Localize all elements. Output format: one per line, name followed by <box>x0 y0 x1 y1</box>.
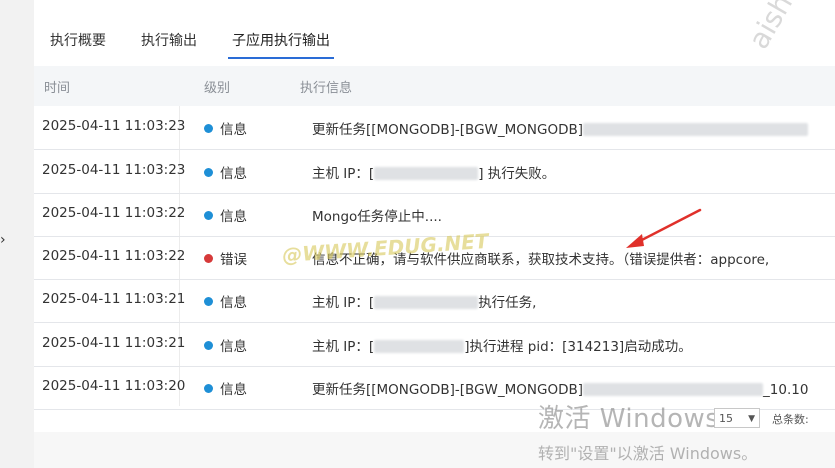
redacted-block <box>374 167 479 180</box>
windows-activation-subtext: 转到"设置"以激活 Windows。 <box>538 444 758 463</box>
table-row[interactable]: 2025-04-11 11:03:22 错误 信息不正确，请与软件供应商联系，获… <box>34 236 835 280</box>
column-header-message: 执行信息 <box>300 81 353 96</box>
row-time: 2025-04-11 11:03:21 <box>42 291 186 307</box>
red-arrow-annotation <box>626 208 702 248</box>
pagination: 15 ▼ 总条数: <box>714 408 834 432</box>
row-level: 信息 <box>204 378 247 398</box>
row-time: 2025-04-11 11:03:22 <box>42 248 186 264</box>
message-text-tail: ] 执行失败。 <box>478 166 556 182</box>
redacted-block <box>374 340 465 353</box>
row-message: Mongo任务停止中.... <box>312 205 442 225</box>
page-size-value: 15 <box>719 412 733 425</box>
level-text: 错误 <box>220 252 247 268</box>
windows-activation-watermark: 激活 Windows <box>538 404 720 434</box>
chevron-down-icon: ▼ <box>748 414 755 424</box>
message-text: 主机 IP：[ <box>312 339 375 355</box>
redacted-block <box>583 123 809 136</box>
row-message: 主机 IP：[ ] 执行失败。 <box>312 162 555 182</box>
message-text: 主机 IP：[ <box>312 166 375 182</box>
message-text: 更新任务[[MONGODB]-[BGW_MONGODB] <box>312 122 584 138</box>
info-dot-icon <box>204 168 213 177</box>
row-time: 2025-04-11 11:03:21 <box>42 335 186 351</box>
table-row[interactable]: 2025-04-11 11:03:22 信息 Mongo任务停止中.... <box>34 193 835 237</box>
row-level: 信息 <box>204 335 247 355</box>
tab-bar: 执行概要 执行输出 子应用执行输出 <box>34 28 835 59</box>
row-time: 2025-04-11 11:03:22 <box>42 205 186 221</box>
row-level: 信息 <box>204 162 247 182</box>
level-text: 信息 <box>220 382 247 398</box>
level-text: 信息 <box>220 339 247 355</box>
column-header-time: 时间 <box>44 81 71 96</box>
table-row[interactable]: 2025-04-11 11:03:21 信息 主机 IP：[ 执行任务, <box>34 279 835 323</box>
message-text: Mongo任务停止中.... <box>312 209 442 225</box>
message-text: 信息不正确，请与软件供应商联系，获取技术支持。（错误提供者：appcore, <box>312 252 770 268</box>
message-text-tail: _10.10 <box>763 382 809 398</box>
info-dot-icon <box>204 124 213 133</box>
row-level: 错误 <box>204 248 247 268</box>
chevron-right-icon[interactable]: › <box>0 232 6 248</box>
redacted-block <box>583 383 764 396</box>
row-time: 2025-04-11 11:03:23 <box>42 162 186 178</box>
info-dot-icon <box>204 384 213 393</box>
message-text: 更新任务[[MONGODB]-[BGW_MONGODB] <box>312 382 584 398</box>
table-row[interactable]: 2025-04-11 11:03:23 信息 更新任务[[MONGODB]-[B… <box>34 106 835 150</box>
row-time: 2025-04-11 11:03:20 <box>42 378 186 394</box>
info-dot-icon <box>204 297 213 306</box>
table-header: 时间 级别 执行信息 <box>34 66 835 106</box>
row-level: 信息 <box>204 291 247 311</box>
row-message: 更新任务[[MONGODB]-[BGW_MONGODB] <box>312 118 809 138</box>
tab-execution-summary[interactable]: 执行概要 <box>50 28 106 58</box>
column-header-level: 级别 <box>204 81 231 96</box>
level-text: 信息 <box>220 209 247 225</box>
message-text-tail: 执行任务, <box>478 295 537 311</box>
table-row[interactable]: 2025-04-11 11:03:23 信息 主机 IP：[ ] 执行失败。 <box>34 150 835 194</box>
log-panel: 执行概要 执行输出 子应用执行输出 时间 级别 执行信息 2025-04-11 … <box>34 0 835 432</box>
message-text: 主机 IP：[ <box>312 295 375 311</box>
row-time: 2025-04-11 11:03:23 <box>42 118 186 134</box>
level-text: 信息 <box>220 122 247 138</box>
level-text: 信息 <box>220 295 247 311</box>
page-size-select[interactable]: 15 ▼ <box>714 408 760 428</box>
redacted-block <box>374 296 479 309</box>
tab-sub-app-output[interactable]: 子应用执行输出 <box>228 28 334 59</box>
row-message: 主机 IP：[ 执行任务, <box>312 291 536 311</box>
row-message: 主机 IP：[ ]执行进程 pid：[314213]启动成功。 <box>312 335 692 355</box>
row-level: 信息 <box>204 205 247 225</box>
level-text: 信息 <box>220 166 247 182</box>
message-text-tail: ]执行进程 pid：[314213]启动成功。 <box>464 339 692 355</box>
error-dot-icon <box>204 254 213 263</box>
tab-execution-output[interactable]: 执行输出 <box>141 28 197 58</box>
info-dot-icon <box>204 211 213 220</box>
row-level: 信息 <box>204 118 247 138</box>
row-message: 更新任务[[MONGODB]-[BGW_MONGODB] _10.10 <box>312 378 808 398</box>
info-dot-icon <box>204 341 213 350</box>
table-row[interactable]: 2025-04-11 11:03:21 信息 主机 IP：[ ]执行进程 pid：… <box>34 323 835 367</box>
total-count-label: 总条数: <box>772 413 809 426</box>
